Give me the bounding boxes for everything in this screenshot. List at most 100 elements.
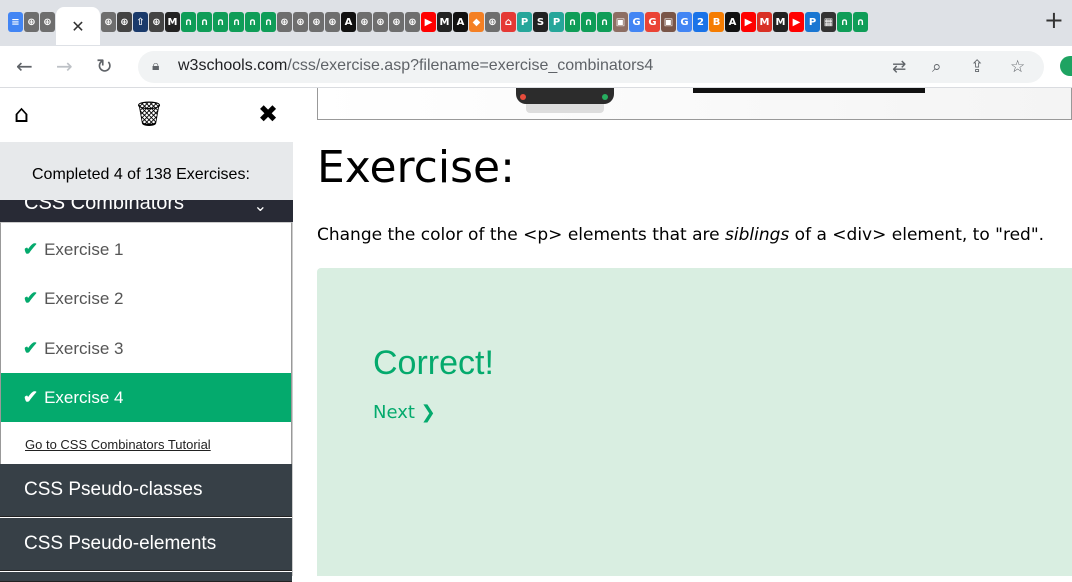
upload-icon[interactable]: ⇧ bbox=[133, 12, 148, 32]
openai-icon[interactable]: ⊕ bbox=[277, 12, 292, 32]
tutorial-link[interactable]: Go to CSS Combinators Tutorial bbox=[25, 437, 211, 452]
printer-image bbox=[516, 88, 614, 114]
exercise-item-4[interactable]: ✔ Exercise 4 bbox=[1, 373, 291, 422]
ad-banner[interactable] bbox=[317, 88, 1072, 120]
exercise-label: Exercise 2 bbox=[44, 288, 124, 308]
zoom-icon[interactable]: ⌕ bbox=[932, 57, 942, 77]
m-icon[interactable]: M bbox=[165, 12, 180, 32]
openai-icon[interactable]: ⊕ bbox=[40, 12, 55, 32]
a-icon[interactable]: A bbox=[453, 12, 468, 32]
desc-text: Change the color of the <p> elements tha… bbox=[317, 225, 726, 245]
url-text[interactable]: w3schools.com/css/exercise.asp?filename=… bbox=[178, 57, 653, 75]
p-icon[interactable]: P bbox=[517, 12, 532, 32]
tab-list: ≡ ⊕ ⊕ ✕ ⊕ ⊕ ⇧ ⊕ M ∩ ∩ ∩ ∩ ∩ ∩ ⊕ ⊕ ⊕ ⊕ A ⊕ ⊕ ⊕ ⊕ ▶ M A ◆ ⊕ ⌂ P S P ∩ ∩ ∩ ▣ G G ▣… bbox=[8, 6, 868, 45]
result-panel: Correct! Next ❯ bbox=[317, 268, 1072, 576]
w3schools-icon[interactable]: ≡ bbox=[8, 12, 23, 32]
a-icon[interactable]: A bbox=[341, 12, 356, 32]
n-icon[interactable]: ∩ bbox=[213, 12, 228, 32]
sidebar-section-pseudo-elements[interactable]: CSS Pseudo-elements bbox=[0, 518, 292, 571]
n-icon[interactable]: ∩ bbox=[853, 12, 868, 32]
forward-arrow-icon[interactable]: → bbox=[56, 54, 73, 78]
openai-icon[interactable]: ⊕ bbox=[485, 12, 500, 32]
n-icon[interactable]: ∩ bbox=[245, 12, 260, 32]
exercise-sidebar: ⌂ 🗑︎ ✖ Completed 4 of 138 Exercises: CSS… bbox=[0, 88, 293, 582]
home-icon[interactable]: ⌂ bbox=[14, 100, 29, 128]
openai-icon[interactable]: ⊕ bbox=[117, 12, 132, 32]
openai-icon[interactable]: ⊕ bbox=[373, 12, 388, 32]
youtube-icon[interactable]: ▶ bbox=[741, 12, 756, 32]
check-icon: ✔ bbox=[23, 387, 39, 407]
next-link[interactable]: Next ❯ bbox=[373, 402, 436, 423]
check-icon: ✔ bbox=[23, 338, 39, 358]
translate-icon[interactable]: ⇄ bbox=[892, 57, 906, 77]
image-icon[interactable]: ▣ bbox=[613, 12, 628, 32]
reload-icon[interactable]: ↻ bbox=[96, 54, 113, 78]
image-icon[interactable]: ▣ bbox=[661, 12, 676, 32]
openai-icon[interactable]: ⊕ bbox=[325, 12, 340, 32]
openai-icon[interactable]: ⊕ bbox=[389, 12, 404, 32]
n-icon[interactable]: ∩ bbox=[837, 12, 852, 32]
m-icon[interactable]: M bbox=[437, 12, 452, 32]
openai-icon[interactable]: ⊕ bbox=[357, 12, 372, 32]
category-label: CSS Combinators bbox=[24, 200, 185, 214]
youtube-icon[interactable]: ▶ bbox=[421, 12, 436, 32]
tab-strip: ≡ ⊕ ⊕ ✕ ⊕ ⊕ ⇧ ⊕ M ∩ ∩ ∩ ∩ ∩ ∩ ⊕ ⊕ ⊕ ⊕ A ⊕ ⊕ ⊕ ⊕ ▶ M A ◆ ⊕ ⌂ P S P ∩ ∩ ∩ ▣ G G ▣… bbox=[0, 0, 1072, 46]
calendar-icon[interactable]: 2 bbox=[693, 12, 708, 32]
close-icon[interactable]: ✖ bbox=[258, 100, 278, 128]
google-icon[interactable]: G bbox=[629, 12, 644, 32]
openai-icon[interactable]: ⊕ bbox=[24, 12, 39, 32]
openai-icon[interactable]: ⊕ bbox=[293, 12, 308, 32]
youtube-icon[interactable]: ▶ bbox=[789, 12, 804, 32]
exercise-item-3[interactable]: ✔ Exercise 3 bbox=[1, 324, 291, 373]
page-title: Exercise: bbox=[317, 142, 515, 193]
n-icon[interactable]: ∩ bbox=[597, 12, 612, 32]
n-icon[interactable]: ∩ bbox=[565, 12, 580, 32]
progress-text: Completed 4 of 138 Exercises: bbox=[32, 166, 250, 183]
check-icon: ✔ bbox=[23, 239, 39, 259]
n-icon[interactable]: ∩ bbox=[581, 12, 596, 32]
category-header[interactable]: CSS Combinators ⌄ bbox=[0, 200, 293, 222]
n-icon[interactable]: ∩ bbox=[181, 12, 196, 32]
trash-icon[interactable]: 🗑︎ bbox=[134, 100, 164, 128]
url-host: w3schools.com bbox=[178, 57, 288, 74]
url-path: /css/exercise.asp?filename=exercise_comb… bbox=[287, 57, 654, 74]
home-icon[interactable]: ⌂ bbox=[501, 12, 516, 32]
back-arrow-icon[interactable]: ← bbox=[16, 54, 33, 78]
openai-icon[interactable]: ⊕ bbox=[405, 12, 420, 32]
google-icon[interactable]: G bbox=[677, 12, 692, 32]
openai-icon[interactable]: ⊕ bbox=[309, 12, 324, 32]
lock-icon[interactable]: 🔒︎ bbox=[152, 58, 159, 74]
exercise-item-1[interactable]: ✔ Exercise 1 bbox=[1, 225, 291, 274]
sidebar-section-pseudo-classes[interactable]: CSS Pseudo-classes bbox=[0, 464, 292, 517]
check-icon: ✔ bbox=[23, 288, 39, 308]
url-bar[interactable]: 🔒︎ w3schools.com/css/exercise.asp?filena… bbox=[138, 51, 1044, 83]
extension-icon[interactable] bbox=[1060, 56, 1072, 76]
sidebar-section-next[interactable] bbox=[0, 572, 292, 582]
m-icon[interactable]: M bbox=[773, 12, 788, 32]
dropbox-icon[interactable]: ◆ bbox=[469, 12, 484, 32]
bookmark-star-icon[interactable]: ☆ bbox=[1010, 57, 1025, 77]
share-icon[interactable]: ⇪ bbox=[970, 57, 984, 77]
gmail-icon[interactable]: M bbox=[757, 12, 772, 32]
n-icon[interactable]: ∩ bbox=[197, 12, 212, 32]
exercise-item-2[interactable]: ✔ Exercise 2 bbox=[1, 274, 291, 323]
desc-text-end: of a <div> element, to "red". bbox=[789, 225, 1045, 245]
openai-icon[interactable]: ⊕ bbox=[149, 12, 164, 32]
p-icon[interactable]: P bbox=[805, 12, 820, 32]
correct-message: Correct! bbox=[373, 344, 494, 382]
exercise-list: ✔ Exercise 1 ✔ Exercise 2 ✔ Exercise 3 ✔… bbox=[0, 222, 292, 465]
a-icon[interactable]: A bbox=[725, 12, 740, 32]
blogger-icon[interactable]: B bbox=[709, 12, 724, 32]
active-tab[interactable]: ✕ bbox=[56, 7, 100, 45]
s-icon[interactable]: S bbox=[533, 12, 548, 32]
pdf-icon[interactable]: ▦ bbox=[821, 12, 836, 32]
p-icon[interactable]: P bbox=[549, 12, 564, 32]
new-tab-button[interactable]: + bbox=[1044, 6, 1064, 34]
n-icon[interactable]: ∩ bbox=[261, 12, 276, 32]
close-tab-icon[interactable]: ✕ bbox=[71, 17, 84, 36]
n-icon[interactable]: ∩ bbox=[229, 12, 244, 32]
progress-panel: Completed 4 of 138 Exercises: bbox=[0, 142, 293, 200]
ad-bar bbox=[693, 88, 925, 93]
openai-icon[interactable]: ⊕ bbox=[101, 12, 116, 32]
google-icon[interactable]: G bbox=[645, 12, 660, 32]
